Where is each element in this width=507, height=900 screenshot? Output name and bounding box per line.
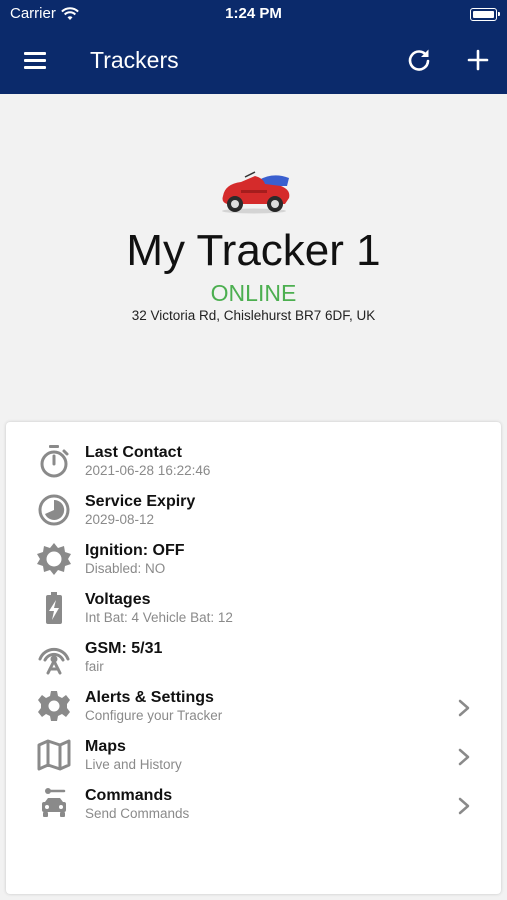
status-time: 1:24 PM (225, 5, 282, 22)
menu-line (24, 59, 46, 62)
row-title: Ignition: OFF (85, 542, 185, 559)
tracker-summary: My Tracker 1 ONLINE 32 Victoria Rd, Chis… (0, 94, 507, 420)
row-subtitle: 2021-06-28 16:22:46 (85, 463, 211, 478)
car-command-icon (42, 788, 66, 817)
antenna-icon (38, 647, 70, 675)
menu-line (24, 66, 46, 69)
row-subtitle: Configure your Tracker (85, 708, 223, 723)
status-bar: Carrier 1:24 PM (0, 0, 507, 28)
row-service-expiry: Service Expiry 2029-08-12 (6, 489, 501, 537)
row-title: Alerts & Settings (85, 689, 214, 706)
row-ignition: Ignition: OFF Disabled: NO (6, 538, 501, 586)
app-header: Carrier 1:24 PM Trackers (0, 0, 507, 94)
tracker-name: My Tracker 1 (126, 226, 381, 275)
row-subtitle: 2029-08-12 (85, 512, 155, 527)
page-title: Trackers (90, 47, 179, 73)
chevron-right-icon (458, 797, 470, 815)
row-subtitle: Int Bat: 4 Vehicle Bat: 12 (85, 610, 233, 625)
expiry-clock-icon (38, 494, 70, 526)
row-subtitle: Disabled: NO (85, 561, 166, 576)
add-icon[interactable] (464, 46, 492, 74)
row-alerts-settings[interactable]: Alerts & Settings Configure your Tracker (6, 685, 501, 733)
row-title: Voltages (85, 591, 151, 608)
battery-icon (470, 8, 500, 21)
row-subtitle: Send Commands (85, 806, 190, 821)
chevron-right-icon (458, 748, 470, 766)
gear-icon (38, 691, 70, 721)
menu-button[interactable] (22, 48, 48, 72)
nav-bar: Trackers (0, 40, 507, 80)
row-title: Last Contact (85, 444, 182, 461)
sun-icon (37, 543, 71, 575)
row-title: Commands (85, 787, 173, 804)
row-commands[interactable]: Commands Send Commands (6, 783, 501, 831)
map-icon (37, 739, 71, 771)
refresh-icon[interactable] (405, 46, 433, 74)
battery-charging-icon (46, 592, 62, 624)
row-maps[interactable]: Maps Live and History (6, 734, 501, 782)
row-last-contact: Last Contact 2021-06-28 16:22:46 (6, 440, 501, 488)
row-gsm: GSM: 5/31 fair (6, 636, 501, 684)
tracker-details-card: Last Contact 2021-06-28 16:22:46 Service… (6, 422, 501, 894)
menu-line (24, 52, 46, 55)
tracker-status: ONLINE (210, 280, 297, 306)
chevron-right-icon (458, 699, 470, 717)
row-subtitle: Live and History (85, 757, 182, 772)
row-title: Maps (85, 738, 126, 755)
row-title: Service Expiry (85, 493, 196, 510)
car-icon (222, 171, 290, 214)
stopwatch-icon (40, 445, 69, 478)
row-title: GSM: 5/31 (85, 640, 163, 657)
row-voltages: Voltages Int Bat: 4 Vehicle Bat: 12 (6, 587, 501, 635)
tracker-address: 32 Victoria Rd, Chislehurst BR7 6DF, UK (131, 308, 376, 323)
row-subtitle: fair (85, 659, 104, 674)
